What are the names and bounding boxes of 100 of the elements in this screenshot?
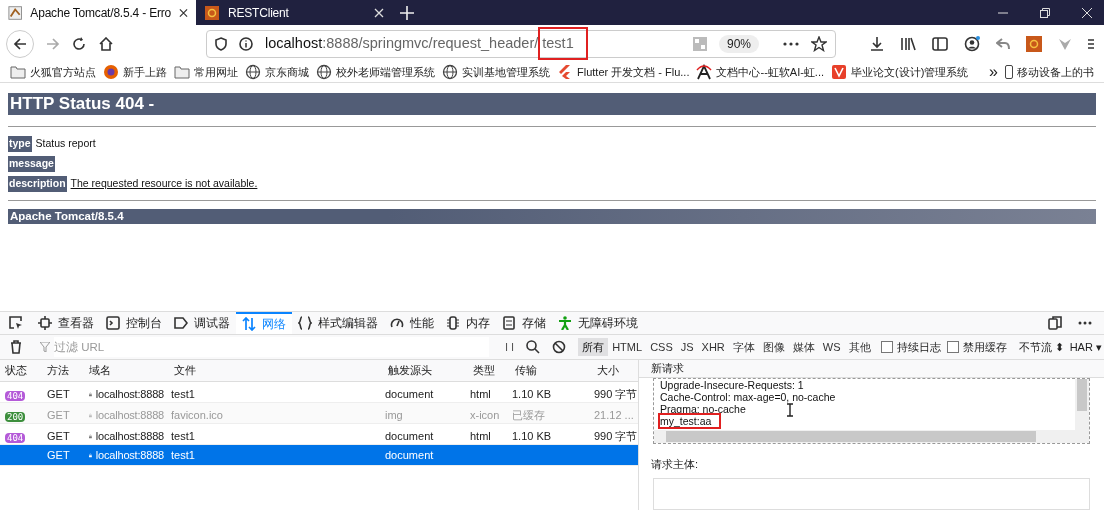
filter-icon: [40, 342, 50, 352]
status-badge: 200: [5, 412, 26, 422]
table-cell-text: html: [469, 386, 492, 402]
table-cell-text: localhost:8888: [95, 407, 164, 423]
star-icon[interactable]: [811, 35, 827, 52]
table-cell-text: test1: [170, 428, 196, 444]
braces-icon: [298, 316, 312, 330]
bookmark-item[interactable]: 京东商城: [245, 63, 309, 81]
more-icon[interactable]: [1078, 321, 1092, 325]
tab-title: Apache Tomcat/8.5.4 - Erro: [30, 4, 171, 22]
table-cell-text: 990 字节: [593, 428, 638, 444]
table-cell-text: GET: [46, 428, 71, 444]
element-picker-icon[interactable]: [9, 316, 23, 330]
zoom-level[interactable]: 90%: [718, 34, 759, 53]
devtools-tab[interactable]: 样式编辑器: [292, 312, 384, 334]
table-cell-text: 已缓存: [511, 407, 546, 423]
close-icon[interactable]: [179, 7, 188, 18]
throttle-select[interactable]: 不节流 ⬍: [1018, 338, 1064, 356]
shield-icon: [215, 36, 227, 51]
address-bar[interactable]: localhost:8888/springmvc/request_header/ test1 90%: [206, 29, 836, 58]
table-cell-text: document: [384, 428, 435, 444]
pause-button[interactable]: I I: [497, 338, 523, 356]
home-icon[interactable]: [98, 36, 114, 51]
download-icon[interactable]: [870, 36, 884, 51]
table-cell-text: GET: [46, 386, 71, 402]
bookmark-item[interactable]: Flutter 开发文档 - Flu...: [557, 63, 690, 81]
dock-side-icon[interactable]: [1048, 316, 1062, 330]
type-filter-button[interactable]: 所有: [578, 337, 609, 357]
search-icon[interactable]: [526, 340, 541, 354]
bookmark-item[interactable]: 实训基地管理系统: [442, 63, 550, 81]
folder-icon: [10, 64, 26, 80]
column-header[interactable]: 触发源头: [383, 362, 468, 379]
table-cell-text: document: [384, 386, 435, 402]
option-checkbox[interactable]: 禁用缓存: [946, 338, 1007, 356]
column-header[interactable]: 传输: [510, 362, 592, 379]
bookmark-item[interactable]: 火狐官方站点: [10, 63, 96, 81]
body-label: 请求主体:: [650, 456, 700, 472]
account-icon[interactable]: [964, 35, 980, 52]
vertical-scrollbar[interactable]: [1075, 378, 1089, 430]
table-cell-text: 1.10 KB: [511, 386, 553, 402]
gauge-icon: [390, 316, 404, 330]
bookmark-item[interactable]: 移动设备上的书: [1005, 63, 1094, 81]
devtools-tab[interactable]: 无障碍环境: [552, 312, 644, 334]
new-tab-icon[interactable]: [400, 5, 414, 20]
extension-icon[interactable]: [1026, 35, 1042, 52]
type-filter-button[interactable]: WS: [818, 337, 845, 357]
type-filter-button[interactable]: 其他: [844, 337, 875, 357]
type-filter-button[interactable]: 字体: [728, 337, 759, 357]
devtools-tab[interactable]: 查看器: [32, 312, 100, 334]
tab-title: RESTClient: [228, 4, 290, 22]
reload-icon[interactable]: [72, 36, 86, 51]
menu-icon[interactable]: [1088, 37, 1094, 50]
devtools-tab[interactable]: 网络: [236, 312, 292, 334]
request-row[interactable]: 200 GET localhost:8888 favicon.ico img x-icon 已缓存 21.12 ...: [0, 403, 638, 424]
bookmark-item[interactable]: 文档中心--虹软AI-虹...: [696, 63, 825, 81]
trash-icon[interactable]: [10, 340, 22, 354]
site-logo-icon: [103, 64, 119, 80]
bookmark-item[interactable]: 校外老师端管理系统: [316, 63, 435, 81]
column-header[interactable]: 域名: [84, 362, 169, 379]
devtools-tab[interactable]: 存储: [496, 312, 552, 334]
type-filter-button[interactable]: CSS: [646, 337, 677, 357]
devtools-tab[interactable]: 性能: [384, 312, 440, 334]
filter-url-field[interactable]: 过滤 URL: [54, 337, 489, 357]
globe-icon: [442, 64, 458, 80]
headers-textarea[interactable]: Upgrade-Insecure-Requests: 1 Cache-Control: max-age=0, no-cache Pragma: no-cache my_test:aa: [653, 377, 1090, 444]
more-icon[interactable]: [783, 41, 799, 46]
column-header[interactable]: 状态: [0, 362, 42, 379]
browser-tab[interactable]: Apache Tomcat/8.5.4 - Erro: [0, 0, 196, 25]
har-menu[interactable]: HAR ▾: [1069, 338, 1102, 356]
devtools-tab[interactable]: 内存: [440, 312, 496, 334]
type-filter-button[interactable]: 媒体: [788, 337, 819, 357]
bookmark-item[interactable]: 常用网址: [174, 63, 238, 81]
type-filter-button[interactable]: XHR: [697, 337, 729, 357]
option-checkbox[interactable]: 持续日志: [880, 338, 941, 356]
field-label: description: [8, 176, 67, 192]
devtools-tab[interactable]: 调试器: [168, 312, 236, 334]
type-filter-button[interactable]: HTML: [608, 337, 647, 357]
column-header[interactable]: 文件: [169, 362, 383, 379]
reply-arrow-icon[interactable]: [996, 37, 1010, 50]
table-cell-text: GET: [46, 407, 71, 423]
library-icon[interactable]: [900, 36, 916, 51]
request-row[interactable]: GET localhost:8888 test1 document: [0, 445, 638, 466]
horizontal-scrollbar[interactable]: [654, 429, 1089, 443]
restore-icon[interactable]: [1040, 7, 1050, 18]
column-header[interactable]: 方法: [42, 362, 84, 379]
sidebar-icon[interactable]: [932, 36, 948, 51]
bookmark-item[interactable]: 毕业论文(设计)管理系统: [831, 63, 969, 81]
bookmark-item[interactable]: 新手上路: [103, 63, 167, 81]
type-filter-button[interactable]: 图像: [758, 337, 789, 357]
phone-icon: [1005, 65, 1013, 79]
more-bookmarks-button[interactable]: »: [989, 64, 998, 80]
browser-tab[interactable]: RESTClient: [196, 0, 392, 25]
column-header[interactable]: 类型: [468, 362, 510, 379]
inspector-icon: [38, 316, 52, 330]
site-logo-icon: [557, 64, 573, 80]
column-header[interactable]: 大小: [592, 362, 638, 379]
storage-icon: [502, 316, 516, 330]
devtools-tab[interactable]: 控制台: [100, 312, 168, 334]
type-filter-button[interactable]: JS: [676, 337, 698, 357]
block-icon[interactable]: [552, 340, 567, 354]
